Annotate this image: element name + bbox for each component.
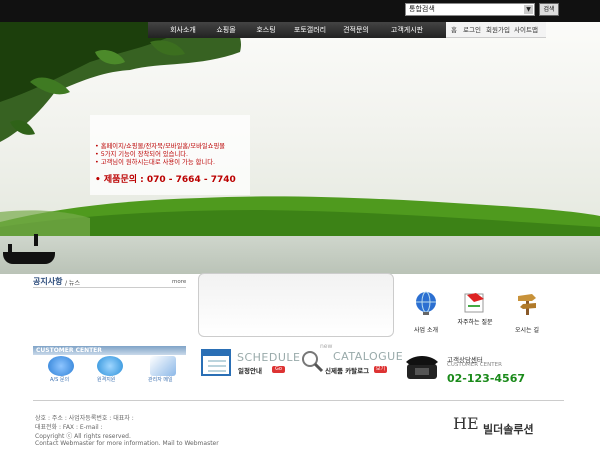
footer-line-1: 상호 : 주소 : 사업자등록번호 : 대표자 :	[35, 415, 134, 422]
logo-mark: HE	[453, 414, 479, 433]
util-home[interactable]: 홈	[451, 22, 457, 38]
logo-name: 빌더솔루션	[483, 423, 534, 436]
fisherman-figure	[8, 244, 12, 256]
customer-center-title: CUSTOMER CENTER	[36, 347, 102, 354]
hero-line: • 고객님이 원하시는대로 사용이 가능 합니다.	[95, 159, 215, 166]
customer-center-header: CUSTOMER CENTER	[33, 346, 186, 355]
www-icon[interactable]	[97, 356, 123, 376]
content-box	[198, 273, 394, 337]
utility-links: 홈 로그인 회원가입 사이트맵	[446, 22, 546, 38]
divider	[33, 287, 186, 288]
schedule-subtitle[interactable]: 일정안내	[238, 365, 262, 375]
search-category-value: 통합검색	[409, 5, 435, 13]
footer-line-2: 대표전화 : FAX : E-mail :	[35, 424, 103, 431]
schedule-title[interactable]: SCHEDULE	[237, 351, 301, 364]
hero-phone: • 제품문의 : 070 - 7664 - 7740	[95, 175, 236, 185]
schedule-go-badge[interactable]: Go	[272, 366, 285, 373]
notice-more-link[interactable]: more	[172, 279, 186, 285]
catalogue-new-label: new	[320, 343, 333, 350]
cc-mail-label[interactable]: 관리자 메일	[148, 376, 173, 383]
util-join[interactable]: 회원가입	[486, 22, 510, 38]
notice-subtitle[interactable]: / 뉴스	[65, 278, 80, 287]
quick-link-label: 사업 소개	[414, 327, 438, 334]
nav-company[interactable]: 회사소개	[158, 22, 208, 38]
util-login[interactable]: 로그인	[463, 22, 481, 38]
cc-remote-label[interactable]: 원격지원	[97, 376, 115, 383]
main-nav: 회사소개 쇼핑몰 호스팅 포토갤러리 견적문의 고객게시판	[148, 22, 446, 38]
quick-link-directions[interactable]: 오시는 길	[508, 290, 546, 336]
nav-shop[interactable]: 쇼핑몰	[206, 22, 246, 38]
footer-divider	[33, 400, 564, 401]
magnifier-icon[interactable]	[48, 356, 74, 376]
util-sitemap[interactable]: 사이트맵	[514, 22, 538, 38]
fisherman-figure	[34, 234, 38, 246]
notice-title[interactable]: 공지사항	[33, 276, 62, 287]
catalogue-subtitle[interactable]: 신제품 카탈로그	[325, 365, 369, 375]
lake-water	[0, 236, 600, 274]
catalogue-view-badge[interactable]: 보기	[374, 366, 387, 373]
consult-eng-label: CUSTOMER CENTER	[447, 362, 502, 368]
footer-line-3: Copyright ⓒ All rights reserved.	[35, 433, 131, 440]
nav-customer-board[interactable]: 고객게시판	[382, 22, 432, 38]
chevron-down-icon: ▼	[524, 5, 533, 14]
faq-note-icon	[464, 293, 484, 313]
quick-link-label: 오시는 길	[515, 327, 539, 334]
consult-phone: 02-123-4567	[447, 372, 526, 385]
cc-as-label[interactable]: A/S 문의	[50, 376, 69, 383]
quick-link-about[interactable]: 사업 소개	[407, 290, 445, 336]
telephone-icon	[406, 356, 438, 379]
nav-hosting[interactable]: 호스팅	[248, 22, 284, 38]
catalogue-title[interactable]: CATALOGUE	[333, 350, 403, 363]
footer-line-4[interactable]: Contact Webmaster for more information. …	[35, 440, 219, 447]
nav-estimate[interactable]: 견적문의	[336, 22, 376, 38]
quick-link-label: 자주하는 질문	[457, 319, 493, 326]
magnifier-icon[interactable]	[300, 349, 324, 373]
quick-link-faq[interactable]: 자주하는 질문	[455, 290, 495, 336]
search-category-select[interactable]: 통합검색 ▼	[405, 3, 535, 16]
nav-photo-gallery[interactable]: 포토갤러리	[286, 22, 334, 38]
calendar-icon[interactable]	[200, 346, 234, 378]
globe-icon	[416, 291, 436, 315]
mail-icon[interactable]	[150, 356, 176, 376]
search-button[interactable]: 검색	[539, 3, 559, 16]
signpost-icon	[518, 294, 536, 315]
